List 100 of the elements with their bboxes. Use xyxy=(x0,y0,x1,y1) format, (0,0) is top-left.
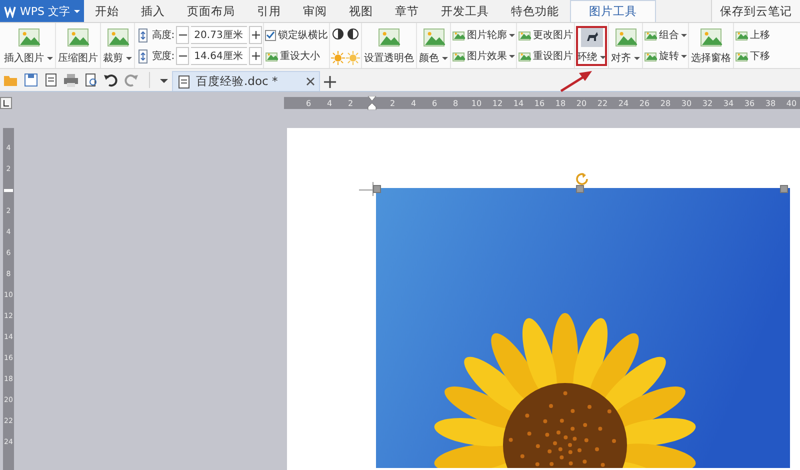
picture-icon xyxy=(67,26,89,48)
increase-button[interactable] xyxy=(249,26,262,44)
save-to-cloud-button[interactable]: 保存到云笔记 xyxy=(711,0,800,22)
resize-icon xyxy=(136,28,150,42)
picture-icon xyxy=(452,28,466,42)
ribbon-tab[interactable]: 审阅 xyxy=(292,0,338,22)
decrease-button[interactable] xyxy=(176,26,190,44)
margin-marker-icon xyxy=(4,186,13,192)
ribbon-tab[interactable]: 特色功能 xyxy=(500,0,570,22)
ribbon-button[interactable]: 压缩图片 xyxy=(57,26,99,66)
plus-icon xyxy=(324,76,336,88)
ruler-number: 40 xyxy=(785,98,798,108)
contrast-icon xyxy=(331,26,346,42)
size-input[interactable]: 14.64厘米 xyxy=(191,47,248,65)
ribbon-button[interactable]: 对齐 xyxy=(610,26,642,66)
ribbon-button[interactable]: 设置透明色 xyxy=(363,26,416,66)
ribbon-tab[interactable]: 视图 xyxy=(338,0,384,22)
app-menu-button[interactable]: WPS 文字 xyxy=(0,0,84,22)
checkbox-option[interactable]: 锁定纵横比 xyxy=(265,26,328,44)
print-preview-icon xyxy=(83,72,99,88)
ruler-number: 24 xyxy=(617,98,630,108)
new-tab-button[interactable] xyxy=(324,76,336,91)
ribbon-button[interactable]: 颜色 xyxy=(418,26,450,66)
picture-icon xyxy=(106,26,128,48)
brightness-icon xyxy=(331,50,346,66)
ribbon-button[interactable]: 旋转 xyxy=(644,46,688,66)
picture-icon xyxy=(518,28,532,42)
ruler-number: 30 xyxy=(680,98,693,108)
picture-icon xyxy=(452,50,466,62)
wrap-icon xyxy=(580,27,603,47)
ruler-number: 6 xyxy=(304,98,312,108)
increase-button[interactable] xyxy=(249,47,262,65)
size-input[interactable]: 20.73厘米 xyxy=(191,26,248,44)
ruler-number: 4 xyxy=(410,98,418,108)
ruler-number: 10 xyxy=(470,98,483,108)
margin-corner-icon xyxy=(359,182,374,197)
close-icon xyxy=(306,77,315,86)
ruler-number: 2 xyxy=(346,98,354,108)
picture-icon xyxy=(422,26,445,48)
picture-icon xyxy=(265,50,278,62)
document-icon xyxy=(43,72,59,88)
size-label: 高度: xyxy=(152,28,174,42)
undo-icon xyxy=(103,72,119,88)
annotation-arrow xyxy=(558,70,594,93)
checkbox[interactable] xyxy=(265,30,276,40)
ribbon-tab[interactable]: 插入 xyxy=(130,0,176,22)
ruler-number: 38 xyxy=(764,98,777,108)
ribbon-button[interactable]: 裁剪 xyxy=(102,26,133,66)
save-icon xyxy=(23,72,39,88)
picture-icon xyxy=(644,28,658,42)
resize-handle[interactable] xyxy=(373,185,381,193)
ruler-number: 34 xyxy=(722,98,735,108)
tab-stop-icon xyxy=(0,97,12,109)
ribbon-button[interactable]: 上移 xyxy=(735,26,770,44)
ruler-number: 22 xyxy=(596,98,609,108)
decrease-button[interactable] xyxy=(176,47,190,65)
ribbon-tab[interactable]: 开发工具 xyxy=(430,0,500,22)
ruler-number: 28 xyxy=(659,98,672,108)
picture-icon xyxy=(518,50,532,62)
ribbon-tab[interactable]: 页面布局 xyxy=(176,0,246,22)
ruler-number: 36 xyxy=(743,98,756,108)
ribbon-button[interactable]: 图片效果 xyxy=(452,46,516,66)
resize-handle[interactable] xyxy=(576,185,584,193)
document-tab[interactable]: 百度经验.doc * xyxy=(172,71,320,91)
picture-icon xyxy=(735,28,748,42)
redo-icon xyxy=(123,72,139,88)
ribbon-tab[interactable]: 开始 xyxy=(84,0,130,22)
resize-handle[interactable] xyxy=(780,185,788,193)
ribbon-button[interactable]: 插入图片 xyxy=(3,26,54,66)
picture-icon xyxy=(18,26,40,48)
ribbon-tab[interactable]: 引用 xyxy=(246,0,292,22)
ribbon-button[interactable]: 重设图片 xyxy=(518,46,574,66)
ribbon-tab[interactable]: 图片工具 xyxy=(570,0,656,22)
caret-icon xyxy=(160,79,168,83)
plus-icon xyxy=(250,51,261,61)
document-tab-title: 百度经验.doc * xyxy=(196,74,278,89)
ruler-number: 6 xyxy=(430,98,438,108)
ribbon-button[interactable]: 选择窗格 xyxy=(690,26,732,66)
size-label: 宽度: xyxy=(152,50,174,63)
close-tab-button[interactable] xyxy=(306,77,315,86)
resize-icon xyxy=(136,48,150,64)
logo-icon xyxy=(4,4,16,18)
indent-marker-icon xyxy=(366,96,376,110)
ruler-number: 2 xyxy=(388,98,396,108)
picture-icon xyxy=(735,50,748,62)
print-icon xyxy=(63,72,79,88)
ruler-number: 14 xyxy=(512,98,525,108)
brightness-icon xyxy=(346,50,360,66)
contrast-icon xyxy=(346,26,360,42)
picture-icon xyxy=(700,26,722,48)
ruler-number: 12 xyxy=(491,98,504,108)
ruler-number: 4 xyxy=(326,98,334,108)
ribbon-button[interactable]: 重设大小 xyxy=(265,46,328,66)
rotate-handle-icon[interactable] xyxy=(576,173,589,186)
ribbon-button[interactable]: 图片轮廓 xyxy=(452,26,516,44)
picture-icon xyxy=(378,26,400,48)
ribbon-button[interactable]: 更改图片 xyxy=(518,26,574,44)
ribbon-tab[interactable]: 章节 xyxy=(384,0,430,22)
ribbon-button[interactable]: 组合 xyxy=(644,26,688,44)
ribbon-button[interactable]: 下移 xyxy=(735,46,770,66)
